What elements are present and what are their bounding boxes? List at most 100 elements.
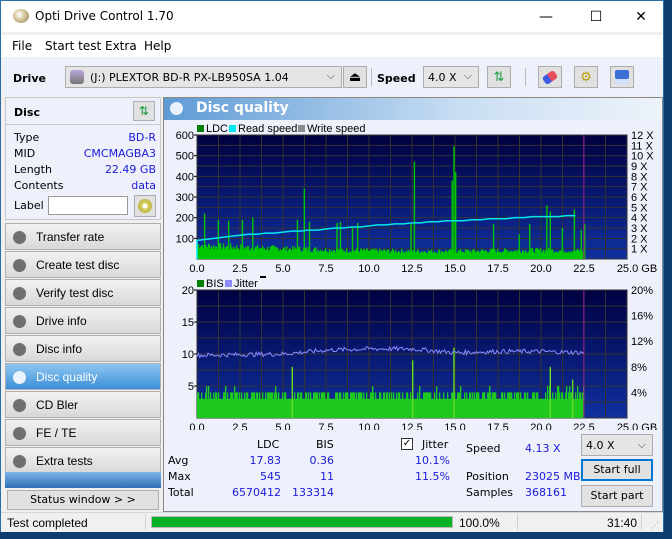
legend-swatch-read-speed (229, 125, 236, 132)
menu-start-test[interactable]: Start test (45, 39, 101, 53)
disc-value: 22.49 GB (104, 163, 156, 176)
avg-ldc: 17.83 (249, 454, 282, 467)
status-text: Test completed (7, 516, 88, 530)
ldc-spike (518, 234, 521, 259)
total-bis: 133314 (292, 486, 334, 499)
x-tick-label: 22.5 (573, 422, 594, 430)
disc-label-button[interactable] (134, 195, 156, 217)
nav-item-transfer-rate[interactable]: Transfer rate (5, 223, 161, 250)
x-tick-label: 2.5 (232, 422, 247, 430)
x-tick-label: 15.0 (444, 263, 465, 275)
progress-text: 100.0% (459, 516, 500, 530)
y-tick-label: 10 (182, 349, 194, 361)
refresh-button[interactable]: ⇅ (487, 66, 511, 88)
maximize-button[interactable]: ☐ (573, 1, 619, 32)
start-full-button[interactable]: Start full (581, 459, 653, 481)
disc-header: Disc (14, 106, 40, 119)
y-tick-label: 500 (176, 151, 194, 163)
nav-item-label: CD Bler (36, 398, 79, 412)
disc-value: CMCMAGBA3 (83, 147, 156, 160)
y2-tick-label: 8% (631, 362, 647, 374)
nav-item-label: Create test disc (36, 258, 120, 272)
disc-info-panel: Disc ⇅ Type BD-R MID CMCMAGBA3 Length 22.49… (5, 97, 161, 220)
panel-title: Disc quality (196, 100, 289, 116)
row-max-label: Max (168, 470, 191, 483)
menu-file[interactable]: File (12, 39, 32, 53)
position-value: 23025 MB (525, 470, 581, 483)
save-icon (615, 70, 629, 84)
col-ldc-header: LDC (257, 438, 280, 451)
ldc-spike (410, 223, 412, 259)
x-tick-label: 15.0 (444, 422, 465, 430)
erase-button[interactable] (538, 66, 562, 88)
nav-item-cd-bler[interactable]: CD Bler (5, 391, 161, 418)
ldc-spike (546, 205, 548, 259)
disc-icon (13, 231, 26, 244)
nav-item-create-test-disc[interactable]: Create test disc (5, 251, 161, 278)
settings-button[interactable]: ⚙ (574, 66, 598, 88)
sidebar: Disc ⇅ Type BD-R MID CMCMAGBA3 Length 22.49… (5, 97, 161, 512)
y-tick-label: 200 (176, 213, 194, 225)
nav-item-extra-tests[interactable]: Extra tests (5, 447, 161, 474)
legend-swatch-bis (197, 280, 204, 287)
y-tick-label: 400 (176, 171, 194, 183)
disc-label-input[interactable] (48, 196, 128, 215)
nav-item-drive-info[interactable]: Drive info (5, 307, 161, 334)
legend-write-speed: Write speed (307, 123, 366, 135)
speed-value: 4.0 X (428, 71, 457, 84)
jitter-checkbox[interactable]: ✓ (401, 438, 413, 450)
legend-swatch-ldc (197, 125, 204, 132)
disc-refresh-button[interactable]: ⇅ (133, 101, 155, 121)
minimize-button[interactable]: — (523, 1, 569, 32)
status-divider (145, 514, 146, 530)
chevron-down-icon: ⌵ (326, 70, 335, 82)
disc-icon (13, 399, 26, 412)
drive-value: (J:) PLEXTOR BD-R PX-LB950SA 1.04 (90, 71, 289, 84)
y-tick-label: 20 (182, 285, 194, 297)
nav-item-disc-quality[interactable]: Disc quality (5, 363, 161, 390)
x-tick-label: 17.5 (487, 263, 508, 275)
x-tick-label: 22.5 (573, 263, 594, 275)
ldc-spike (492, 223, 495, 259)
ldc-spike (453, 146, 455, 259)
speed-select[interactable]: 4.0 X ⌵ (423, 66, 479, 88)
app-disc-icon (13, 9, 29, 23)
status-window-button[interactable]: Status window > > (7, 490, 159, 510)
y2-tick-label: 10 X (631, 151, 654, 163)
eject-button[interactable]: ⏏ (343, 66, 367, 88)
y2-tick-label: 6 X (631, 192, 648, 204)
x-tick-label: 0.0 (189, 422, 204, 430)
menu-extra[interactable]: Extra (105, 39, 137, 53)
legend-jitter: Jitter (234, 278, 258, 290)
y-tick-label: 5 (188, 381, 194, 393)
x-tick-label: 0.0 (189, 263, 204, 275)
max-jitter: 11.5% (415, 470, 450, 483)
ldc-spike (241, 219, 244, 259)
y2-tick-label: 12% (631, 336, 653, 348)
disc-key: Type (14, 131, 40, 144)
refresh-icon: ⇅ (138, 104, 150, 118)
test-speed-select[interactable]: 4.0 X ⌵ (581, 434, 653, 456)
x-tick-label: 5.0 (275, 263, 290, 275)
resize-grip-icon[interactable]: ⋰ (651, 521, 659, 530)
y2-tick-label: 16% (631, 311, 653, 323)
close-button[interactable]: ✕ (618, 1, 664, 32)
ldc-spike (308, 221, 311, 259)
legend-marker (260, 276, 266, 278)
elapsed-time: 31:40 (607, 516, 638, 530)
start-part-button[interactable]: Start part (581, 485, 653, 507)
nav-item-disc-info[interactable]: Disc info (5, 335, 161, 362)
disc-icon (13, 455, 26, 468)
y-tick-label: 100 (176, 233, 194, 245)
save-button[interactable] (610, 66, 634, 88)
disc-icon (13, 287, 26, 300)
drive-select[interactable]: (J:) PLEXTOR BD-R PX-LB950SA 1.04 ⌵ (65, 66, 342, 88)
nav-item-fe-te[interactable]: FE / TE (5, 419, 161, 446)
nav-item-verify-test-disc[interactable]: Verify test disc (5, 279, 161, 306)
ldc-spike (451, 180, 453, 259)
y2-tick-label: 8 X (631, 171, 648, 183)
status-divider (641, 514, 642, 530)
avg-bis: 0.36 (309, 454, 335, 467)
speed-label: Speed (466, 442, 501, 455)
menu-help[interactable]: Help (144, 39, 171, 53)
